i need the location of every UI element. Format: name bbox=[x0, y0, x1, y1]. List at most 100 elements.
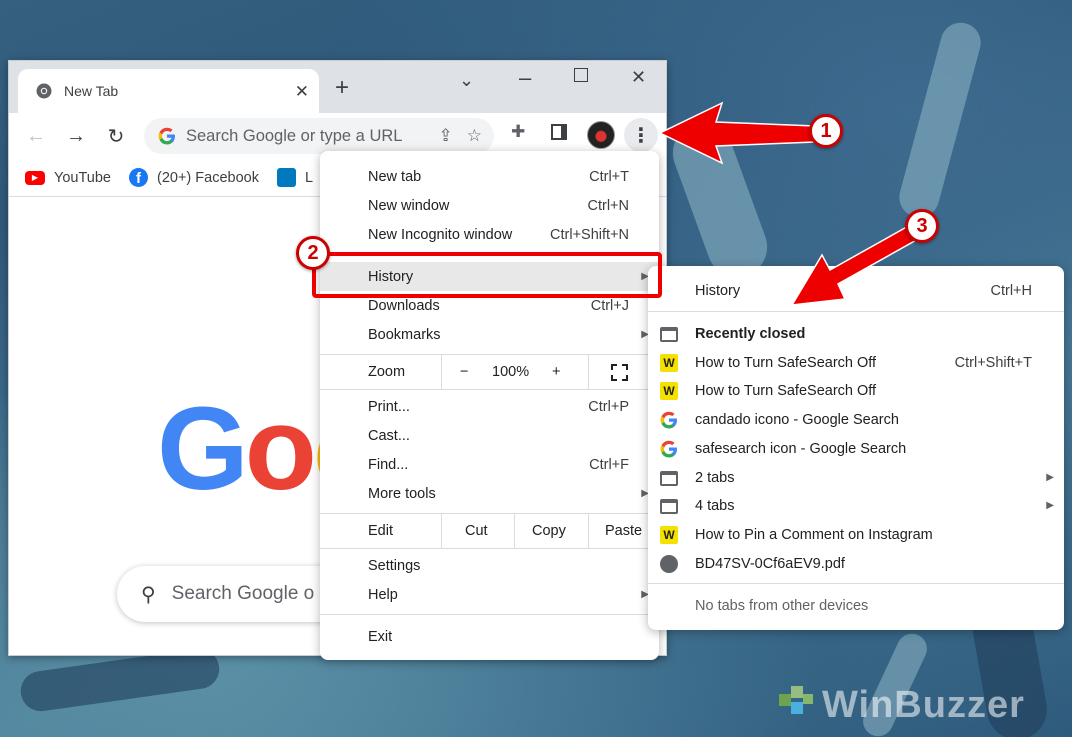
menu-item-shortcut: Ctrl+T bbox=[589, 168, 629, 185]
maximize-icon[interactable] bbox=[574, 68, 588, 82]
menu-item-label: How to Turn SafeSearch Off bbox=[695, 382, 877, 399]
close-window-icon[interactable]: ✕ bbox=[631, 67, 646, 88]
menu-item-label: More tools bbox=[368, 485, 436, 502]
close-tab-icon[interactable]: ✕ bbox=[295, 82, 309, 102]
trello-icon bbox=[276, 168, 296, 187]
menu-item-label: 2 tabs bbox=[695, 469, 735, 486]
menu-item-find[interactable]: Find... Ctrl+F bbox=[320, 450, 659, 479]
star-icon[interactable]: ☆ bbox=[467, 126, 482, 146]
menu-divider bbox=[514, 514, 515, 548]
menu-divider bbox=[320, 614, 659, 615]
menu-item-more-tools[interactable]: More tools ▶ bbox=[320, 479, 659, 508]
bookmark-facebook[interactable]: f (20+) Facebook bbox=[128, 168, 259, 187]
reload-icon[interactable]: ↻ bbox=[103, 123, 129, 149]
forward-icon[interactable]: → bbox=[63, 123, 89, 149]
no-devices-item: No tabs from other devices bbox=[648, 591, 1064, 620]
no-devices-label: No tabs from other devices bbox=[695, 597, 869, 614]
menu-item-shortcut: Ctrl+F bbox=[589, 456, 629, 473]
search-icon: ⚲ bbox=[141, 583, 156, 606]
side-panel-icon[interactable] bbox=[551, 124, 567, 140]
menu-item-label: Find... bbox=[368, 456, 409, 473]
history-highlight-box bbox=[312, 252, 662, 298]
watermark: WinBuzzer bbox=[822, 684, 1025, 726]
recent-item[interactable]: 2 tabs ▶ bbox=[648, 463, 1064, 492]
winbuzzer-icon: W bbox=[660, 526, 678, 544]
history-submenu: History Ctrl+H Recently closed W How to … bbox=[648, 266, 1064, 630]
paste-button[interactable]: Paste bbox=[605, 523, 642, 539]
bookmark-label: YouTube bbox=[54, 169, 111, 186]
menu-item-help[interactable]: Help ▶ bbox=[320, 580, 659, 609]
menu-item-new-incognito[interactable]: New Incognito window Ctrl+Shift+N bbox=[320, 220, 659, 249]
edit-label: Edit bbox=[368, 523, 393, 539]
share-icon[interactable]: ⇪ bbox=[439, 126, 453, 146]
zoom-row: Zoom − 100% + bbox=[320, 355, 659, 389]
menu-item-settings[interactable]: Settings bbox=[320, 551, 659, 580]
menu-item-label: candado icono - Google Search bbox=[695, 411, 899, 428]
google-icon bbox=[158, 127, 175, 145]
menu-divider bbox=[648, 311, 1064, 312]
menu-item-label: Bookmarks bbox=[368, 326, 441, 343]
fullscreen-icon[interactable] bbox=[611, 364, 628, 381]
menu-item-cast[interactable]: Cast... bbox=[320, 421, 659, 450]
menu-item-label: New window bbox=[368, 197, 450, 214]
bookmark-label: L bbox=[304, 169, 314, 186]
wallpaper-stroke bbox=[664, 114, 776, 286]
tab-new-tab[interactable]: New Tab ✕ bbox=[18, 69, 319, 113]
recent-item[interactable]: BD47SV-0Cf6aEV9.pdf bbox=[648, 549, 1064, 578]
menu-item-print[interactable]: Print... Ctrl+P bbox=[320, 392, 659, 421]
recent-item[interactable]: W How to Turn SafeSearch Off bbox=[648, 376, 1064, 405]
menu-item-label: 4 tabs bbox=[695, 497, 735, 514]
recent-item[interactable]: 4 tabs ▶ bbox=[648, 491, 1064, 520]
winbuzzer-logo-icon bbox=[779, 686, 813, 714]
menu-item-shortcut: Ctrl+N bbox=[587, 197, 630, 214]
edit-row: Edit Cut Copy Paste bbox=[320, 514, 659, 548]
submenu-arrow-icon: ▶ bbox=[1046, 500, 1054, 511]
tab-icon bbox=[660, 327, 678, 342]
copy-button[interactable]: Copy bbox=[532, 523, 566, 539]
menu-item-new-window[interactable]: New window Ctrl+N bbox=[320, 191, 659, 220]
submenu-arrow-icon: ▶ bbox=[1046, 472, 1054, 483]
menu-item-new-tab[interactable]: New tab Ctrl+T bbox=[320, 162, 659, 191]
bookmark-youtube[interactable]: ▶ YouTube bbox=[25, 170, 111, 186]
omnibox[interactable]: Search Google or type a URL ⇪ ☆ bbox=[144, 118, 494, 154]
tab-group-icon bbox=[660, 499, 678, 514]
recently-closed-header: Recently closed bbox=[648, 319, 1064, 348]
recently-closed-label: Recently closed bbox=[695, 325, 806, 342]
menu-item-label: Cast... bbox=[368, 427, 410, 444]
zoom-in-button[interactable]: + bbox=[552, 364, 560, 380]
back-icon[interactable]: ← bbox=[23, 123, 49, 149]
menu-item-shortcut: Ctrl+P bbox=[588, 398, 629, 415]
tab-title: New Tab bbox=[64, 83, 119, 99]
recent-item[interactable]: W How to Turn SafeSearch Off Ctrl+Shift+… bbox=[648, 348, 1064, 377]
bookmark-label: (20+) Facebook bbox=[156, 169, 259, 186]
bookmark-trello[interactable]: L bbox=[276, 168, 314, 187]
menu-item-label: New Incognito window bbox=[368, 226, 513, 243]
new-tab-button[interactable]: + bbox=[335, 76, 349, 100]
zoom-out-button[interactable]: − bbox=[460, 364, 468, 380]
step-badge-2: 2 bbox=[296, 236, 330, 270]
tab-search-icon[interactable]: ⌄ bbox=[459, 70, 474, 91]
tab-strip: New Tab ✕ + ⌄ – ✕ bbox=[9, 61, 666, 113]
tab-group-icon bbox=[660, 471, 678, 486]
recent-item[interactable]: safesearch icon - Google Search bbox=[648, 434, 1064, 463]
menu-item-label: History bbox=[695, 282, 741, 299]
step-badge-1: 1 bbox=[809, 114, 843, 148]
minimize-icon[interactable]: – bbox=[519, 65, 531, 91]
recent-item[interactable]: W How to Pin a Comment on Instagram bbox=[648, 520, 1064, 549]
cut-button[interactable]: Cut bbox=[465, 523, 488, 539]
menu-kebab-icon[interactable]: ⋮ bbox=[624, 118, 658, 152]
menu-item-shortcut: Ctrl+Shift+T bbox=[954, 354, 1032, 371]
google-icon bbox=[660, 411, 677, 429]
profile-avatar[interactable] bbox=[587, 121, 615, 149]
omnibox-placeholder: Search Google or type a URL bbox=[186, 126, 403, 145]
recent-item[interactable]: candado icono - Google Search bbox=[648, 405, 1064, 434]
menu-item-bookmarks[interactable]: Bookmarks ▶ bbox=[320, 320, 659, 349]
menu-item-exit[interactable]: Exit bbox=[320, 622, 659, 651]
menu-item-label: How to Turn SafeSearch Off bbox=[695, 354, 877, 371]
chrome-main-menu: New tab Ctrl+T New window Ctrl+N New Inc… bbox=[320, 151, 659, 660]
menu-item-shortcut: Ctrl+Shift+N bbox=[550, 226, 629, 243]
zoom-label: Zoom bbox=[368, 364, 406, 380]
extensions-icon[interactable]: ✚ bbox=[511, 122, 525, 142]
menu-divider bbox=[441, 355, 442, 389]
history-item-history[interactable]: History Ctrl+H bbox=[648, 276, 1064, 305]
